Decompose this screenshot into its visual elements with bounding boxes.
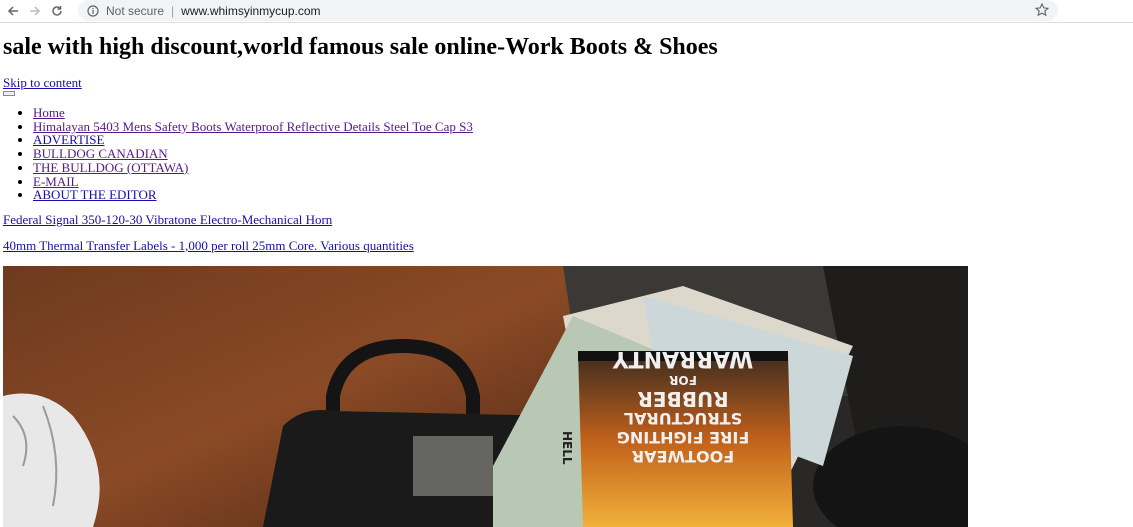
menu-item: ABOUT THE EDITOR <box>33 188 1130 202</box>
menu-toggle-button[interactable] <box>3 91 15 96</box>
menu-item: E-MAIL <box>33 174 1130 189</box>
address-bar[interactable]: Not secure | www.whimsyinmycup.com <box>78 0 1058 21</box>
book-cover-text: FOR <box>669 373 697 387</box>
book-cover-text: RUBBER <box>637 387 728 411</box>
info-icon[interactable] <box>86 4 100 18</box>
menu-item: Home <box>33 106 1130 120</box>
url-text[interactable]: www.whimsyinmycup.com <box>181 4 320 18</box>
forward-icon[interactable] <box>26 2 44 20</box>
back-icon[interactable] <box>4 2 22 20</box>
menu-item: THE BULLDOG (OTTAWA) <box>33 160 1130 175</box>
browser-toolbar: Not secure | www.whimsyinmycup.com <box>0 0 1133 23</box>
reload-icon[interactable] <box>48 2 66 20</box>
post-link-wrapper: 40mm Thermal Transfer Labels - 1,000 per… <box>3 238 1130 253</box>
book-cover-text: FOOTWEAR <box>632 447 734 466</box>
divider: | <box>171 3 175 18</box>
page-content: sale with high discount,world famous sal… <box>0 33 1133 253</box>
security-label: Not secure <box>106 3 165 18</box>
post-link-thermal-labels[interactable]: 40mm Thermal Transfer Labels - 1,000 per… <box>3 238 414 253</box>
post-link-federal-signal-horn[interactable]: Federal Signal 350-120-30 Vibratone Elec… <box>3 212 332 227</box>
hero-photo: FOOTWEAR FIRE FIGHTING STRUCTURAL RUBBER… <box>3 266 968 527</box>
site-title: sale with high discount,world famous sal… <box>3 34 718 60</box>
book-cover-text: FIRE FIGHTING <box>617 428 750 447</box>
menu-item: Himalayan 5403 Mens Safety Boots Waterpr… <box>33 119 1130 134</box>
skip-to-content-link[interactable]: Skip to content <box>3 75 1130 91</box>
primary-menu: Home Himalayan 5403 Mens Safety Boots Wa… <box>3 106 1130 202</box>
menu-item: BULLDOG CANADIAN <box>33 147 1130 161</box>
side-sheet-text: HELL <box>560 431 574 465</box>
book-cover-text: WARRANTY <box>612 346 754 371</box>
menu-item: ADVERTISE <box>33 133 1130 147</box>
bookmark-star-icon[interactable] <box>1034 2 1050 18</box>
menu-link-about-editor[interactable]: ABOUT THE EDITOR <box>33 187 157 202</box>
post-link-wrapper: Federal Signal 350-120-30 Vibratone Elec… <box>3 212 1130 227</box>
